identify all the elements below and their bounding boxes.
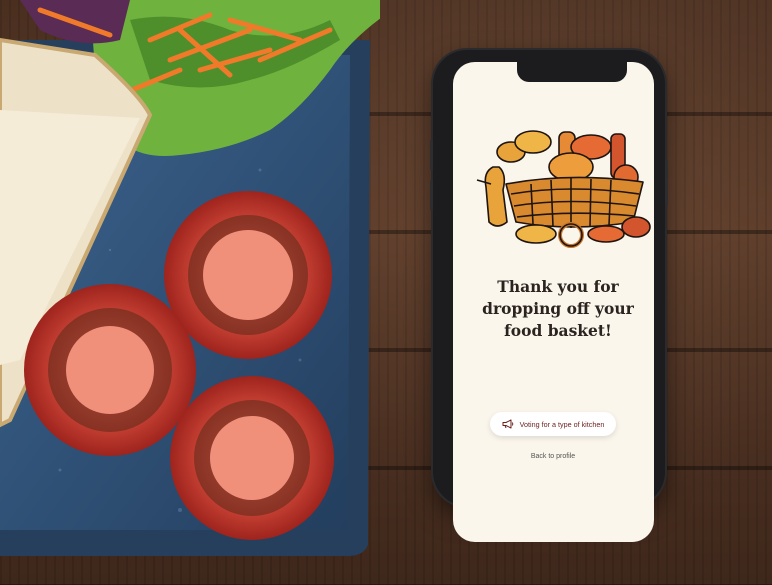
thank-you-message: Thank you for dropping off your food bas… [453,276,654,342]
vote-button-label: Voting for a type of kitchen [519,419,605,429]
message-line: dropping off your [482,299,634,318]
phone-notch [517,62,627,82]
back-to-profile-link[interactable]: Back to profile [453,453,653,460]
volume-button [430,140,433,170]
tomato-slice [164,191,332,359]
tomato-slice [24,284,196,456]
volume-button [430,180,433,210]
message-line: food basket! [504,321,612,340]
tomato-slice [170,376,334,540]
bread-basket-illustration [476,130,651,248]
food-plate-photo [0,0,380,556]
power-button [665,160,668,206]
vote-kitchen-type-button[interactable]: Voting for a type of kitchen [490,412,616,436]
megaphone-icon [502,419,513,429]
message-line: Thank you for [497,277,619,296]
phone-screen: Thank you for dropping off your food bas… [453,62,654,542]
smartphone: Thank you for dropping off your food bas… [430,50,668,542]
